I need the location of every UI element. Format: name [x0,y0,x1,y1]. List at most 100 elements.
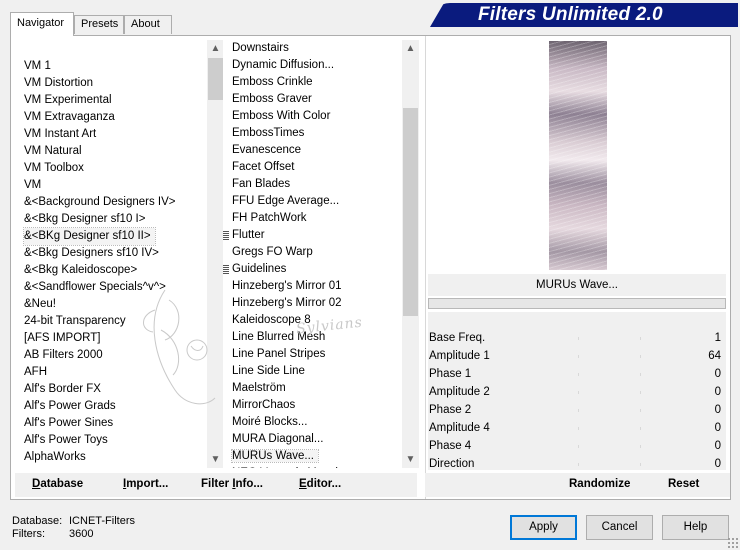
category-item[interactable]: VM Extravaganza [24,109,205,126]
apply-button[interactable]: Apply [510,515,577,540]
slider-tick [578,373,579,376]
category-item[interactable]: Alf's Power Grads [24,398,205,415]
tab-about[interactable]: About [124,15,172,34]
param-slider-row[interactable]: Amplitude 2 0 [428,383,726,401]
param-slider-row[interactable]: Amplitude 4 0 [428,419,726,437]
category-item[interactable]: VM Experimental [24,92,205,109]
filter-item[interactable]: MURA Diagonal... [223,431,401,448]
category-item[interactable]: &<Background Designers IV> [24,194,205,211]
category-item[interactable]: VM Natural [24,143,205,160]
filter-item[interactable]: EmbossTimes [223,125,401,142]
param-slider-row[interactable]: Amplitude 1 64 [428,347,726,365]
category-item[interactable]: [AFS IMPORT] [24,330,205,347]
category-item[interactable]: &<BKg Designer sf10 II> [23,227,156,246]
filter-item[interactable]: FH PatchWork [223,210,401,227]
filter-item[interactable]: Fan Blades [223,176,401,193]
category-item[interactable]: &<Bkg Designers sf10 IV> [24,245,205,262]
category-item[interactable]: Alf's Power Sines [24,415,205,432]
category-item[interactable]: AB Filters 2000 [24,347,205,364]
slider-tick [640,373,641,376]
list-item-wrapper: &<Bkg Designers sf10 IV> [24,245,205,262]
category-item[interactable]: &<Sandflower Specials^v^> [24,279,205,296]
slider-tick [640,409,641,412]
param-slider-row[interactable]: Phase 2 0 [428,401,726,419]
filter-scrollbar[interactable]: ▲ ▼ [402,40,419,468]
filter-item[interactable]: Flutter [223,227,401,244]
database-value: ICNET-Filters [69,515,135,527]
list-item-wrapper: AFH [24,364,205,381]
filter-item[interactable]: Emboss Crinkle [223,74,401,91]
slider-tick [640,427,641,430]
filter-item[interactable]: MURUs Wave... [223,448,401,465]
param-slider-row[interactable]: Direction 0 [428,455,726,473]
reset-button[interactable]: Reset [668,478,699,490]
filter-item[interactable]: Hinzeberg's Mirror 02 [223,295,401,312]
category-item[interactable]: &<Bkg Kaleidoscope> [24,262,205,279]
slider-tick [578,463,579,466]
filter-item-label: MURA Diagonal... [232,433,324,445]
filter-item[interactable]: Line Side Line [223,363,401,380]
filter-info-button[interactable]: Filter Info... [201,478,263,490]
filter-item[interactable]: Hinzeberg's Mirror 01 [223,278,401,295]
filter-item[interactable]: Facet Offset [223,159,401,176]
filter-item[interactable]: Downstairs [223,40,401,57]
category-item[interactable]: AFH [24,364,205,381]
param-label: Amplitude 2 [429,386,490,398]
cancel-button[interactable]: Cancel [586,515,653,540]
preview-area: MURUs Wave... Base Freq. 1 Amplitude 1 64 Ph… [425,36,730,499]
list-item-wrapper: Andrew's Filter Collection 55 [24,466,205,468]
slider-tick [640,355,641,358]
resize-grip-icon[interactable] [727,537,738,548]
param-label: Phase 4 [429,440,472,452]
filter-item[interactable]: MirrorChaos [223,397,401,414]
category-item[interactable]: VM Distortion [24,75,205,92]
list-item-wrapper: Alf's Power Grads [24,398,205,415]
filter-item[interactable]: Maelström [223,380,401,397]
filter-item-label: Guidelines [232,263,287,275]
category-item[interactable]: Andrew's Filter Collection 55 [24,466,205,468]
param-label: Amplitude 1 [429,350,490,362]
category-item[interactable]: AlphaWorks [24,449,205,466]
param-slider-row[interactable]: Base Freq. 1 [428,329,726,347]
import-button[interactable]: Import... [123,478,168,490]
filter-item[interactable]: Dynamic Diffusion... [223,57,401,74]
editor-button[interactable]: Editor... [299,478,341,490]
filter-item[interactable]: Gregs FO Warp [223,244,401,261]
tab-navigator[interactable]: Navigator [10,12,74,36]
scroll-down-icon[interactable]: ▼ [402,451,419,468]
filter-item-label: Flutter [232,229,265,241]
category-item[interactable]: 24-bit Transparency [24,313,205,330]
filter-item[interactable]: Guidelines [223,261,401,278]
scroll-down-icon[interactable]: ▼ [207,451,224,468]
tab-presets[interactable]: Presets [74,15,124,34]
filter-list[interactable]: Downstairs Dynamic Diffusion... Emboss Cri… [223,40,401,468]
database-info: Database: ICNET-Filters Filters: 3600 [12,515,135,541]
filter-item[interactable]: Line Panel Stripes [223,346,401,363]
category-list[interactable]: VM 1 VM Distortion VM Experimental VM Extra… [19,40,205,468]
filter-item[interactable]: Emboss With Color [223,108,401,125]
category-item[interactable]: Alf's Border FX [24,381,205,398]
filter-item[interactable]: Moiré Blocks... [223,414,401,431]
scroll-up-icon[interactable]: ▲ [402,40,419,57]
progress-bar [428,298,726,309]
database-button[interactable]: Database [32,478,83,490]
category-item[interactable]: &<Bkg Designer sf10 I> [24,211,205,228]
scroll-thumb[interactable] [208,58,223,100]
category-item[interactable]: Alf's Power Toys [24,432,205,449]
filter-item[interactable]: NEO Vasarely Mosaics [223,465,401,468]
category-item[interactable]: VM 1 [24,58,205,75]
randomize-button[interactable]: Randomize [569,478,630,490]
help-button[interactable]: Help [662,515,729,540]
category-item[interactable]: &Neu! [24,296,205,313]
filter-item[interactable]: Emboss Graver [223,91,401,108]
param-slider-row[interactable]: Phase 1 0 [428,365,726,383]
filter-item[interactable]: FFU Edge Average... [223,193,401,210]
scroll-thumb[interactable] [403,108,418,316]
filter-item[interactable]: Evanescence [223,142,401,159]
param-slider-row[interactable]: Phase 4 0 [428,437,726,455]
category-item[interactable]: VM Instant Art [24,126,205,143]
category-scrollbar[interactable]: ▲ ▼ [207,40,224,468]
scroll-up-icon[interactable]: ▲ [207,40,224,57]
category-item[interactable]: VM Toolbox [24,160,205,177]
category-item[interactable]: VM [24,177,205,194]
